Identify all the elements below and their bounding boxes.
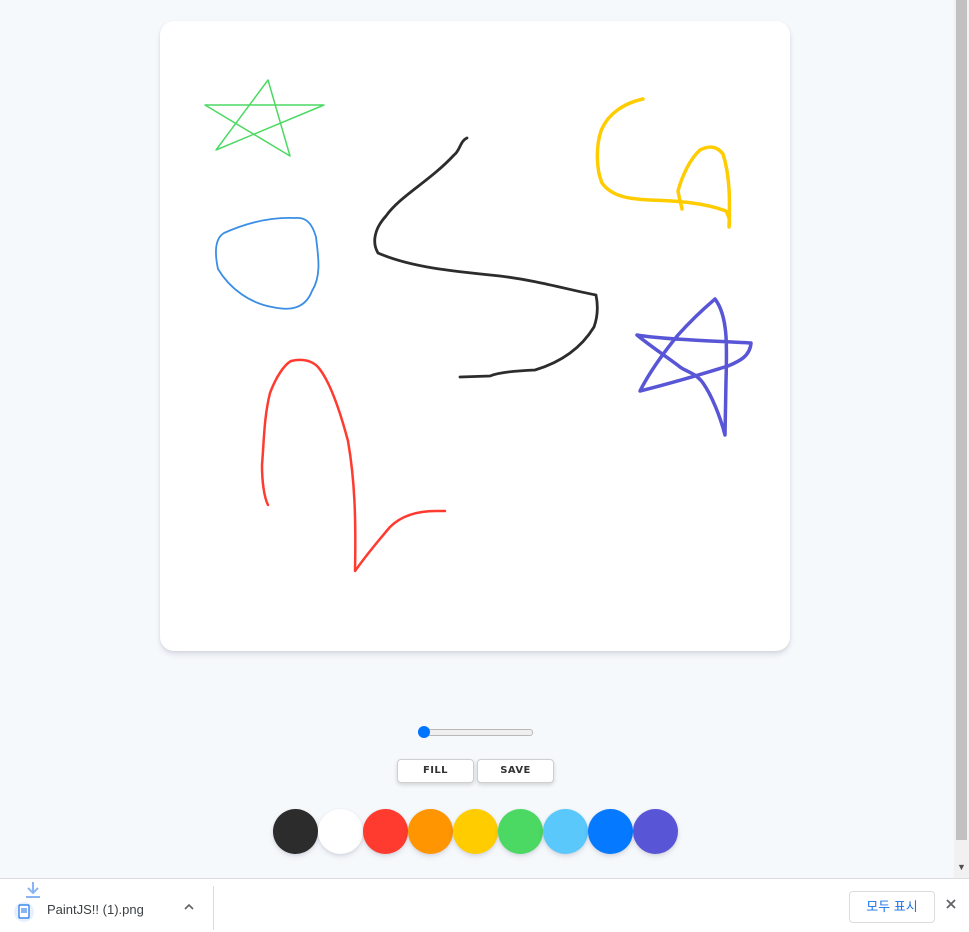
chevron-up-icon[interactable] [182, 900, 196, 914]
download-shelf: PaintJS!! (1).png 모두 표시 [0, 878, 969, 932]
paint-canvas[interactable] [160, 21, 790, 651]
slider-thumb[interactable] [418, 726, 430, 738]
color-swatch-green[interactable] [498, 809, 543, 854]
color-swatch-red[interactable] [363, 809, 408, 854]
brush-size-slider[interactable] [418, 726, 533, 738]
color-swatch-blue[interactable] [588, 809, 633, 854]
scroll-down-arrow-icon[interactable]: ▼ [957, 862, 966, 872]
slider-track [418, 729, 533, 736]
purple-star-stroke [635, 297, 753, 437]
download-file-name[interactable]: PaintJS!! (1).png [47, 902, 144, 917]
canvas-drawing [204, 79, 753, 573]
color-swatch-yellow[interactable] [453, 809, 498, 854]
download-arrow-icon [26, 882, 40, 898]
color-swatch-purple[interactable] [633, 809, 678, 854]
fill-button[interactable]: FILL [397, 759, 474, 783]
blue-circle-stroke [215, 217, 320, 310]
close-icon[interactable] [944, 897, 958, 911]
color-swatch-sky-blue[interactable] [543, 809, 588, 854]
page-viewport: FILL SAVE [0, 0, 954, 878]
image-file-icon [14, 902, 34, 922]
yellow-curve-stroke [595, 97, 732, 229]
show-all-downloads-button[interactable]: 모두 표시 [849, 891, 935, 923]
color-swatch-orange[interactable] [408, 809, 453, 854]
red-curve-stroke [260, 358, 447, 573]
scrollbar-thumb[interactable] [956, 0, 967, 840]
vertical-scrollbar[interactable]: ▼ [954, 0, 969, 878]
color-swatch-black[interactable] [273, 809, 318, 854]
color-swatch-white[interactable] [318, 809, 363, 854]
green-star-stroke [204, 79, 325, 157]
shelf-divider [213, 886, 214, 930]
save-button[interactable]: SAVE [477, 759, 554, 783]
black-s-curve-stroke [373, 136, 599, 379]
